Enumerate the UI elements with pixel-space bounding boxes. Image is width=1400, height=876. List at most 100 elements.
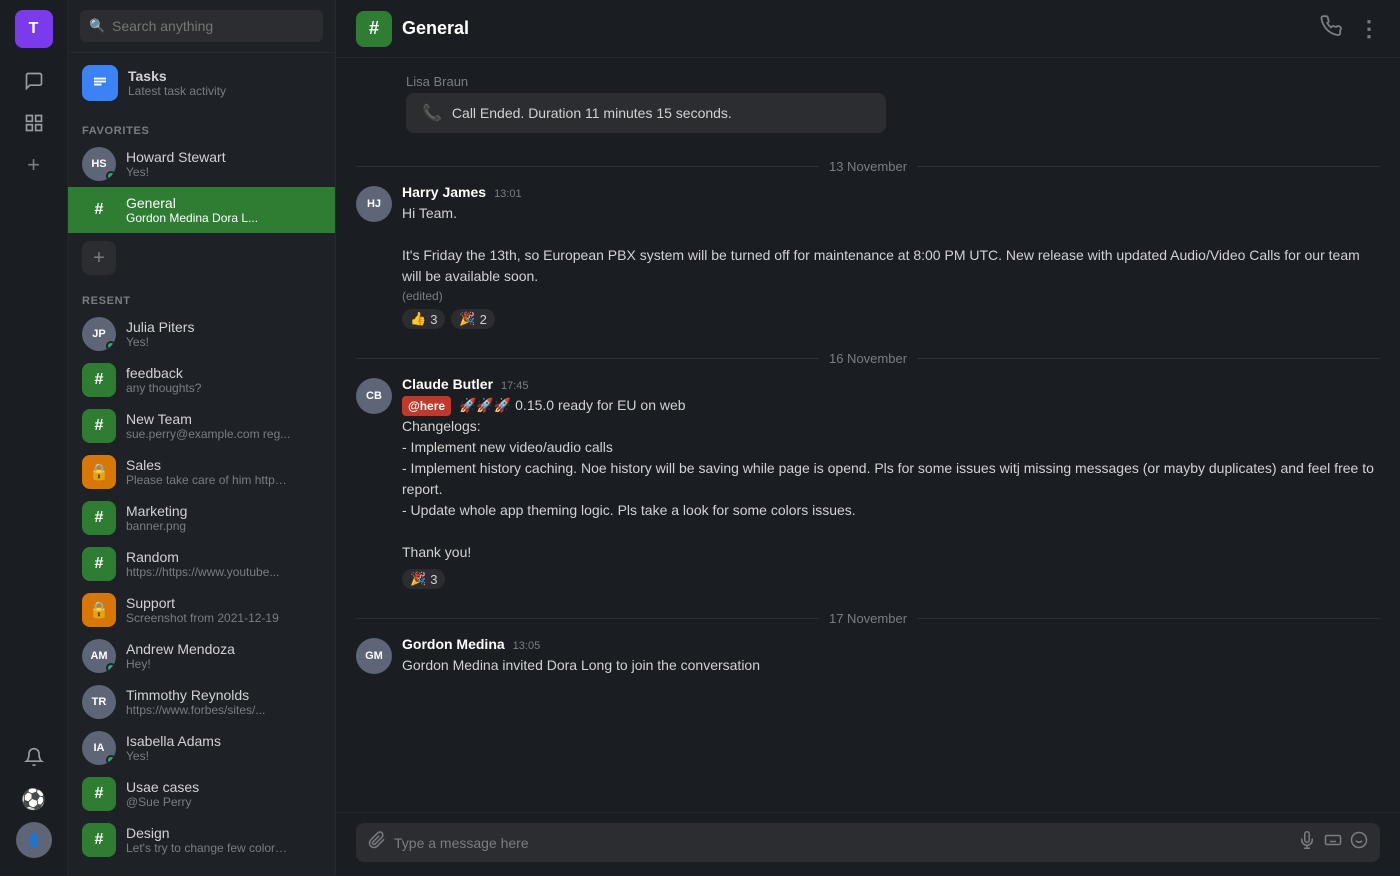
general-channel-icon: # [82, 193, 116, 227]
add-favorites-button[interactable]: + [68, 233, 335, 283]
date-label-17-november: 17 November [829, 611, 907, 626]
sidebar-item-marketing[interactable]: # Marketing banner.png [68, 495, 335, 541]
new-team-icon: # [82, 409, 116, 443]
soccer-nav-button[interactable]: ⚽ [15, 780, 53, 818]
date-label-16-november: 16 November [829, 351, 907, 366]
date-divider-17-november: 17 November [356, 611, 1380, 626]
sidebar-item-howard-stewart[interactable]: HS Howard Stewart Yes! [68, 141, 335, 187]
usae-cases-icon: # [82, 777, 116, 811]
sidebar-item-timmothy-reynolds[interactable]: TR Timmothy Reynolds https://www.forbes/… [68, 679, 335, 725]
bottom-user-avatar[interactable]: 👤 [16, 822, 52, 858]
party-reaction[interactable]: 🎉 2 [451, 309, 494, 329]
message-claude-butler: CB Claude Butler 17:45 @here 🚀🚀🚀 0.15.0 … [356, 376, 1380, 589]
attachment-icon[interactable] [368, 831, 386, 854]
message-gordon-medina: GM Gordon Medina 13:05 Gordon Medina inv… [356, 636, 1380, 676]
howard-stewart-text: Howard Stewart Yes! [126, 149, 226, 179]
sidebar-item-random[interactable]: # Random https://https://www.youtube... [68, 541, 335, 587]
timmothy-reynolds-avatar: TR [82, 685, 116, 719]
call-ended-message: Lisa Braun 📞 Call Ended. Duration 11 min… [356, 74, 1380, 133]
sidebar-item-julia-piters[interactable]: JP Julia Piters Yes! [68, 311, 335, 357]
general-text: General Gordon Medina Dora L... [126, 195, 258, 225]
sidebar-item-general[interactable]: # General Gordon Medina Dora L... [68, 187, 335, 233]
claude-butler-avatar: CB [356, 378, 392, 414]
gordon-medina-sender: Gordon Medina [402, 636, 505, 652]
marketing-icon: # [82, 501, 116, 535]
divider-line [356, 358, 819, 359]
sidebar-item-sales[interactable]: 🔒 Sales Please take care of him https:/.… [68, 449, 335, 495]
party2-reaction[interactable]: 🎉 3 [402, 569, 445, 589]
harry-james-reactions: 👍 3 🎉 2 [402, 309, 1380, 329]
call-ended-sender: Lisa Braun [356, 74, 1380, 89]
gordon-medina-content: Gordon Medina 13:05 Gordon Medina invite… [402, 636, 1380, 676]
harry-james-avatar: HJ [356, 186, 392, 222]
chat-header: # General ⋮ [336, 0, 1400, 58]
search-icon: 🔍 [89, 18, 105, 34]
tasks-item[interactable]: Tasks Latest task activity [68, 53, 335, 113]
harry-james-content: Harry James 13:01 Hi Team. It's Friday t… [402, 184, 1380, 329]
claude-butler-reactions: 🎉 3 [402, 569, 1380, 589]
date-divider-16-november: 16 November [356, 351, 1380, 366]
user-avatar-icon[interactable]: T [15, 10, 53, 48]
sales-icon: 🔒 [82, 455, 116, 489]
here-mention: @here [402, 396, 451, 416]
resent-header: RESENT [68, 283, 335, 311]
keyboard-icon[interactable] [1324, 831, 1342, 854]
tasks-subtitle: Latest task activity [128, 84, 226, 98]
message-input[interactable] [394, 835, 1290, 851]
harry-james-text: Hi Team. It's Friday the 13th, so Europe… [402, 203, 1380, 287]
add-nav-button[interactable]: + [15, 146, 53, 184]
divider-line [356, 166, 819, 167]
add-icon: + [82, 241, 116, 275]
date-label-13-november: 13 November [829, 159, 907, 174]
sidebar-item-support[interactable]: 🔒 Support Screenshot from 2021-12-19 [68, 587, 335, 633]
harry-james-time: 13:01 [494, 188, 522, 200]
chat-header-actions: ⋮ [1320, 15, 1380, 43]
message-harry-james: HJ Harry James 13:01 Hi Team. It's Frida… [356, 184, 1380, 329]
isabella-adams-avatar: IA [82, 731, 116, 765]
bell-nav-button[interactable] [15, 738, 53, 776]
search-input[interactable] [80, 10, 323, 42]
claude-butler-sender: Claude Butler [402, 376, 493, 392]
divider-line [356, 618, 819, 619]
grid-nav-button[interactable] [15, 104, 53, 142]
chat-header-left: # General [356, 11, 469, 47]
message-edited-label: (edited) [402, 289, 1380, 303]
sidebar-item-andrew-mendoza[interactable]: AM Andrew Mendoza Hey! [68, 633, 335, 679]
claude-butler-content: Claude Butler 17:45 @here 🚀🚀🚀 0.15.0 rea… [402, 376, 1380, 589]
phone-ended-icon: 📞 [422, 103, 442, 123]
main-chat: # General ⋮ Lisa Braun 📞 Call Ended. Dur… [336, 0, 1400, 876]
more-options-button[interactable]: ⋮ [1358, 16, 1380, 42]
sidebar-item-design[interactable]: # Design Let's try to change few colors … [68, 817, 335, 863]
chat-nav-button[interactable] [15, 62, 53, 100]
sidebar-search-section: 🔍 [68, 0, 335, 53]
chat-messages: Lisa Braun 📞 Call Ended. Duration 11 min… [336, 58, 1400, 812]
andrew-mendoza-avatar: AM [82, 639, 116, 673]
favorites-header: FAVORITES [68, 113, 335, 141]
thumbsup-reaction[interactable]: 👍 3 [402, 309, 445, 329]
chat-input-wrap [356, 823, 1380, 862]
channel-title: General [402, 18, 469, 39]
channel-header-icon: # [356, 11, 392, 47]
call-ended-bubble: 📞 Call Ended. Duration 11 minutes 15 sec… [406, 93, 886, 133]
microphone-icon[interactable] [1298, 831, 1316, 854]
date-divider-13-november: 13 November [356, 159, 1380, 174]
claude-butler-time: 17:45 [501, 380, 529, 392]
sidebar-item-usae-cases[interactable]: # Usae cases @Sue Perry [68, 771, 335, 817]
divider-line [917, 166, 1380, 167]
julia-piters-avatar: JP [82, 317, 116, 351]
random-icon: # [82, 547, 116, 581]
chat-input-bar [336, 812, 1400, 876]
tasks-icon [82, 65, 118, 101]
phone-button[interactable] [1320, 15, 1342, 43]
icon-bar: T + ⚽ 👤 [0, 0, 68, 876]
sidebar-item-isabella-adams[interactable]: IA Isabella Adams Yes! [68, 725, 335, 771]
tasks-text: Tasks Latest task activity [128, 68, 226, 98]
sidebar-item-feedback[interactable]: # feedback any thoughts? [68, 357, 335, 403]
sidebar-item-new-team[interactable]: # New Team sue.perry@example.com reg... [68, 403, 335, 449]
emoji-icon[interactable] [1350, 831, 1368, 854]
gordon-medina-text: Gordon Medina invited Dora Long to join … [402, 655, 1380, 676]
gordon-medina-avatar: GM [356, 638, 392, 674]
claude-butler-text: @here 🚀🚀🚀 0.15.0 ready for EU on web Cha… [402, 395, 1380, 563]
sidebar: 🔍 Tasks Latest task activity FAVORITES H… [68, 0, 336, 876]
support-icon: 🔒 [82, 593, 116, 627]
